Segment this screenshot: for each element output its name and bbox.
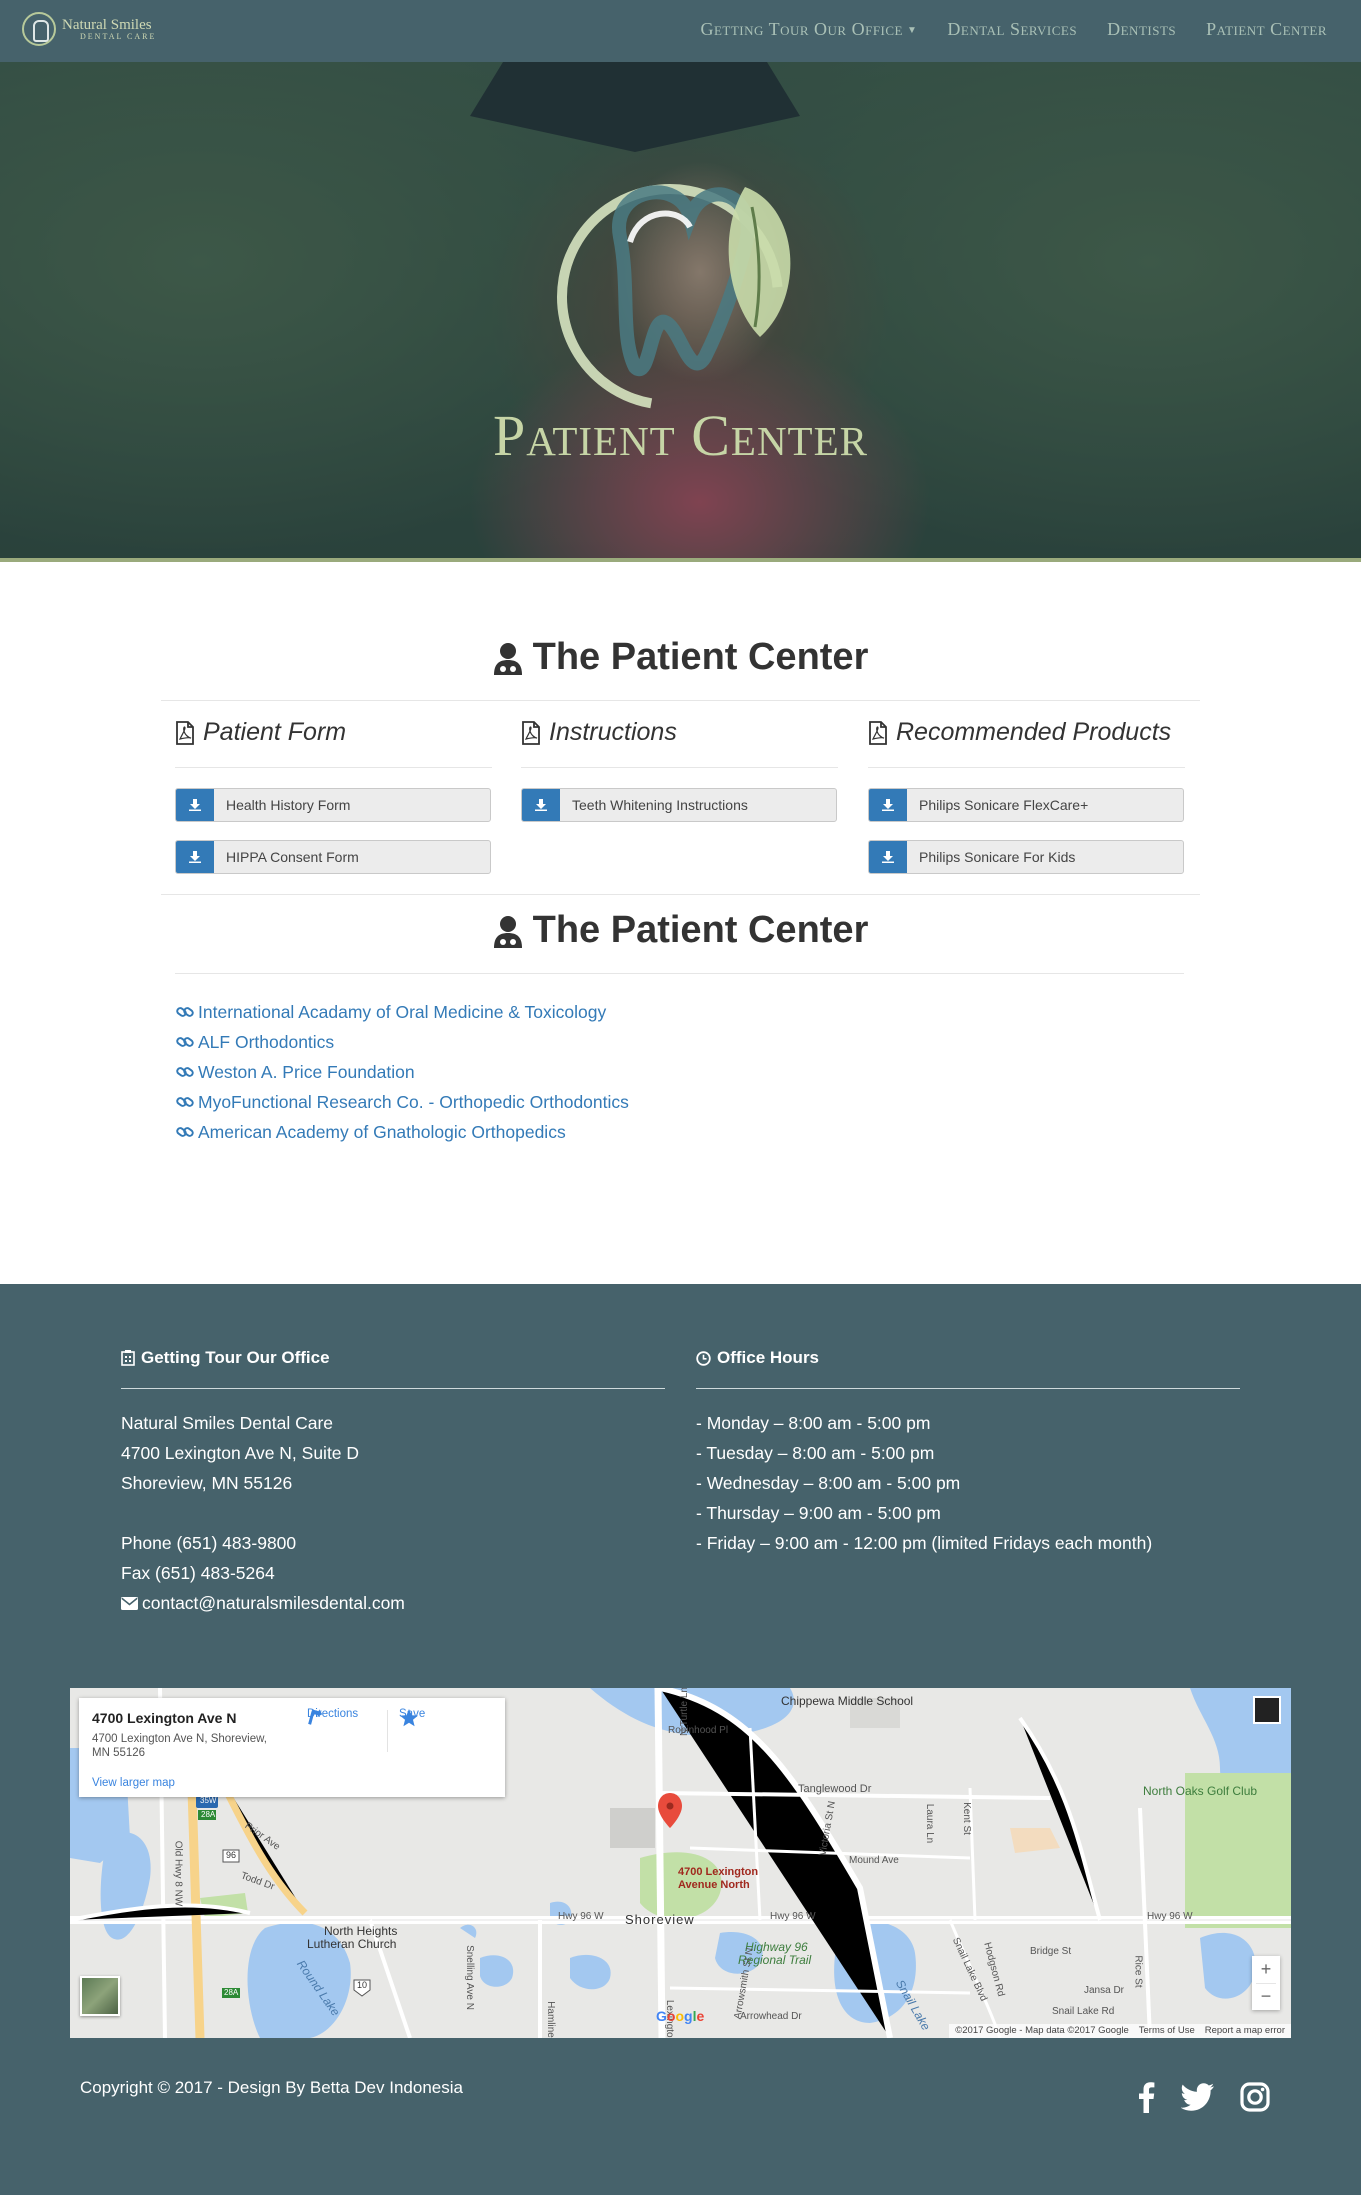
download-button-sonicare-kids[interactable]: Philips Sonicare For Kids	[868, 840, 1184, 874]
user-doctor-icon	[493, 915, 522, 948]
office-email[interactable]: contact@naturalsmilesdental.com	[121, 1588, 405, 1618]
logo-subtitle: DENTAL CARE	[80, 31, 157, 41]
zoom-out-button[interactable]: −	[1252, 1983, 1280, 2010]
office-heading: Getting Tour Our Office	[121, 1348, 330, 1368]
view-larger-map-link[interactable]: View larger map	[92, 1777, 175, 1789]
link-weston-price[interactable]: Weston A. Price Foundation	[176, 1057, 629, 1087]
pdf-icon	[869, 720, 887, 745]
hours-heading: Office Hours	[696, 1348, 819, 1368]
hours-monday: - Monday – 8:00 am - 5:00 pm	[696, 1413, 931, 1433]
directions-icon	[308, 1709, 323, 1725]
download-button-hippa-consent[interactable]: HIPPA Consent Form	[175, 840, 491, 874]
hours-thursday: - Thursday – 9:00 am - 5:00 pm	[696, 1503, 941, 1523]
link-icon	[176, 1127, 194, 1137]
links-section-title: The Patient Center	[0, 909, 1361, 952]
nav-item-patient-center[interactable]: Patient Center	[1206, 19, 1327, 40]
map-card-title: 4700 Lexington Ave N	[92, 1710, 237, 1726]
office-address-line2: Shoreview, MN 55126	[121, 1473, 293, 1493]
link-icon	[176, 1097, 194, 1107]
office-phone: Phone (651) 483-9800	[121, 1533, 297, 1553]
google-logo: Google	[656, 2008, 705, 2024]
building-icon	[121, 1350, 135, 1366]
directions-button[interactable]: Directions	[307, 1708, 358, 1725]
divider	[161, 894, 1200, 895]
download-button-health-history[interactable]: Health History Form	[175, 788, 491, 822]
pdf-icon	[522, 720, 540, 745]
pdf-icon	[176, 720, 194, 745]
office-fax: Fax (651) 483-5264	[121, 1563, 275, 1583]
office-hours-list: - Monday – 8:00 am - 5:00 pm - Tuesday –…	[696, 1408, 1152, 1558]
column-title-recommended-products: Recommended Products	[868, 718, 1171, 747]
download-icon	[869, 789, 907, 821]
patient-center-title: The Patient Center	[0, 636, 1361, 679]
nav-menu: Getting Tour Our Office ▼ Dental Services…	[700, 19, 1327, 40]
tooth-logo-icon	[22, 12, 56, 46]
column-title-instructions: Instructions	[521, 718, 677, 747]
divider	[175, 973, 1184, 974]
zoom-in-button[interactable]: +	[1252, 1956, 1280, 1983]
download-button-sonicare-flexcare[interactable]: Philips Sonicare FlexCare+	[868, 788, 1184, 822]
hours-tuesday: - Tuesday – 8:00 am - 5:00 pm	[696, 1443, 935, 1463]
office-address: Natural Smiles Dental Care 4700 Lexingto…	[121, 1408, 405, 1618]
link-iaomt[interactable]: International Acadamy of Oral Medicine &…	[176, 997, 629, 1027]
logo-name: Natural Smiles	[62, 16, 152, 33]
download-button-teeth-whitening[interactable]: Teeth Whitening Instructions	[521, 788, 837, 822]
download-icon	[869, 841, 907, 873]
map-info-card: 4700 Lexington Ave N 4700 Lexington Ave …	[79, 1698, 505, 1797]
nav-item-dentists[interactable]: Dentists	[1107, 19, 1176, 40]
save-map-button[interactable]: Save	[399, 1708, 425, 1727]
download-icon	[176, 841, 214, 873]
column-title-patient-form: Patient Form	[175, 718, 346, 747]
map-satellite-toggle[interactable]	[80, 1976, 120, 2016]
divider	[161, 700, 1200, 701]
report-map-error-link[interactable]: Report a map error	[1205, 2024, 1285, 2038]
nav-item-dental-services[interactable]: Dental Services	[947, 19, 1077, 40]
map-fullscreen-button[interactable]	[1253, 1696, 1281, 1724]
google-map[interactable]: Chippewa Middle School Robinhood Pl Tang…	[70, 1688, 1291, 2038]
download-icon	[176, 789, 214, 821]
link-icon	[176, 1067, 194, 1077]
tooth-leaf-emblem	[557, 184, 791, 410]
hero-banner: Patient Center	[0, 62, 1361, 558]
office-name: Natural Smiles Dental Care	[121, 1413, 334, 1433]
link-alf-orthodontics[interactable]: ALF Orthodontics	[176, 1027, 629, 1057]
resource-links: International Acadamy of Oral Medicine &…	[176, 997, 629, 1147]
logo[interactable]: Natural Smiles DENTAL CARE	[22, 12, 156, 46]
map-zoom-control: + −	[1252, 1956, 1280, 2010]
hours-wednesday: - Wednesday – 8:00 am - 5:00 pm	[696, 1473, 961, 1493]
hero-title: Patient Center	[493, 403, 868, 468]
nav-item-office[interactable]: Getting Tour Our Office ▼	[700, 19, 917, 40]
caret-down-icon: ▼	[907, 25, 918, 37]
user-doctor-icon	[493, 642, 522, 675]
map-card-address: 4700 Lexington Ave N, Shoreview, MN 5512…	[92, 1733, 267, 1759]
facebook-icon[interactable]	[1132, 2080, 1160, 2114]
link-icon	[176, 1007, 194, 1017]
twitter-icon[interactable]	[1180, 2080, 1216, 2114]
office-address-line1: 4700 Lexington Ave N, Suite D	[121, 1443, 360, 1463]
link-icon	[176, 1037, 194, 1047]
download-icon	[522, 789, 560, 821]
envelope-icon	[121, 1596, 138, 1610]
terms-of-use-link[interactable]: Terms of Use	[1139, 2024, 1195, 2038]
link-gnathologic[interactable]: American Academy of Gnathologic Orthoped…	[176, 1117, 629, 1147]
hours-friday: - Friday – 9:00 am - 12:00 pm (limited F…	[696, 1533, 1153, 1553]
copyright-text: Copyright © 2017 - Design By Betta Dev I…	[80, 2078, 463, 2097]
clock-icon	[696, 1350, 711, 1366]
link-myofunctional[interactable]: MyoFunctional Research Co. - Orthopedic …	[176, 1087, 629, 1117]
navbar: Natural Smiles DENTAL CARE Getting Tour …	[0, 0, 1361, 62]
star-icon	[400, 1709, 418, 1727]
map-marker-label: 4700 Lexington Avenue North	[678, 1866, 759, 1891]
map-attribution: ©2017 Google - Map data ©2017 Google Ter…	[949, 2024, 1291, 2038]
instagram-icon[interactable]	[1238, 2080, 1272, 2114]
hero-divider	[0, 558, 1361, 562]
